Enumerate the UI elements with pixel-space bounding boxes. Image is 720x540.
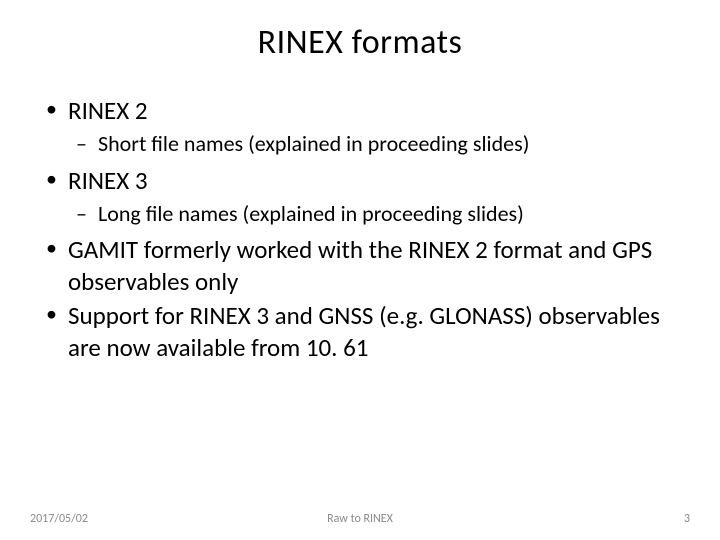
sub-bullet-item: Long file names (explained in proceeding… xyxy=(68,199,680,229)
sub-bullet-item: Short file names (explained in proceedin… xyxy=(68,129,680,159)
bullet-item: GAMIT formerly worked with the RINEX 2 f… xyxy=(40,234,680,298)
sub-list: Long file names (explained in proceeding… xyxy=(68,199,680,229)
bullet-list: RINEX 2 Short file names (explained in p… xyxy=(40,95,680,364)
footer-page-number: 3 xyxy=(684,512,690,526)
slide-title: RINEX formats xyxy=(40,22,680,63)
sub-bullet-text: Long file names (explained in proceeding… xyxy=(98,200,524,227)
bullet-text: Support for RINEX 3 and GNSS (e.g. GLONA… xyxy=(68,300,660,363)
footer-title: Raw to RINEX xyxy=(327,512,393,526)
bullet-item: RINEX 3 Long file names (explained in pr… xyxy=(40,165,680,229)
bullet-text: RINEX 3 xyxy=(68,165,148,196)
bullet-text: RINEX 2 xyxy=(68,95,148,126)
bullet-item: Support for RINEX 3 and GNSS (e.g. GLONA… xyxy=(40,300,680,364)
footer: 2017/05/02 Raw to RINEX 3 xyxy=(0,512,720,526)
sub-list: Short file names (explained in proceedin… xyxy=(68,129,680,159)
sub-bullet-text: Short file names (explained in proceedin… xyxy=(98,130,529,157)
bullet-item: RINEX 2 Short file names (explained in p… xyxy=(40,95,680,159)
bullet-text: GAMIT formerly worked with the RINEX 2 f… xyxy=(68,234,652,297)
footer-date: 2017/05/02 xyxy=(30,512,88,526)
slide: RINEX formats RINEX 2 Short file names (… xyxy=(0,0,720,540)
